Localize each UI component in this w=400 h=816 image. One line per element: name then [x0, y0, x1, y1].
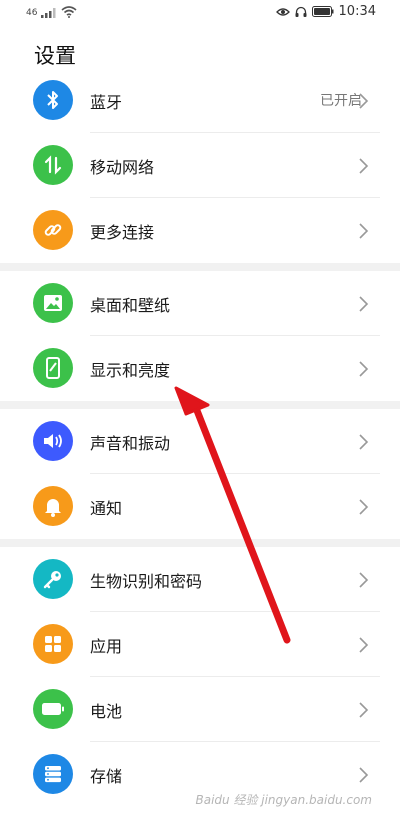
storage-icon [33, 754, 73, 794]
section-gap [0, 263, 400, 271]
settings-row-battery[interactable]: 电池 [0, 677, 400, 742]
chevron-right-icon [359, 637, 369, 653]
settings-row-mobile-network[interactable]: 移动网络 [0, 133, 400, 198]
settings-row-label: 声音和振动 [90, 434, 171, 453]
settings-row-biometrics-password[interactable]: 生物识别和密码 [0, 547, 400, 612]
phone-brightness-icon [33, 348, 73, 388]
settings-row-label: 生物识别和密码 [90, 572, 203, 591]
apps-grid-icon [33, 624, 73, 664]
status-right: 10:34 [275, 4, 376, 19]
chevron-right-icon [359, 702, 369, 718]
settings-row-label: 桌面和壁纸 [90, 296, 171, 315]
settings-row-label: 更多连接 [90, 223, 155, 242]
settings-row-label: 显示和亮度 [90, 361, 171, 380]
chevron-right-icon [359, 93, 369, 109]
chevron-right-icon [359, 434, 369, 450]
link-icon [33, 210, 73, 250]
page-title: 设置 [34, 44, 76, 68]
mobile-data-icon [33, 145, 73, 185]
settings-row-apps[interactable]: 应用 [0, 612, 400, 677]
headphone-icon [295, 6, 307, 17]
bell-icon [33, 486, 73, 526]
settings-row-label: 蓝牙 [90, 93, 123, 112]
wifi-icon [61, 6, 77, 18]
image-icon [33, 283, 73, 323]
chevron-right-icon [359, 296, 369, 312]
section-gap [0, 401, 400, 409]
status-bar: 46 10:34 [0, 0, 400, 26]
speaker-icon [33, 421, 73, 461]
chevron-right-icon [359, 223, 369, 239]
bluetooth-icon [33, 80, 73, 120]
settings-row-label: 电池 [90, 702, 123, 721]
section-gap [0, 539, 400, 547]
status-left: 46 [26, 6, 77, 18]
chevron-right-icon [359, 361, 369, 377]
signal-icon [41, 8, 56, 18]
chevron-right-icon [359, 572, 369, 588]
signal-label: 46 [26, 8, 38, 18]
battery-icon [33, 689, 73, 729]
settings-row-notifications[interactable]: 通知 [0, 474, 400, 539]
chevron-right-icon [359, 158, 369, 174]
chevron-right-icon [359, 499, 369, 515]
settings-row-sound-vibration[interactable]: 声音和振动 [0, 409, 400, 474]
settings-row-display-brightness[interactable]: 显示和亮度 [0, 336, 400, 401]
eye-icon [275, 7, 290, 16]
battery-status-icon [311, 6, 334, 17]
settings-row-more-connections[interactable]: 更多连接 [0, 198, 400, 263]
watermark: Baidu 经验 jingyan.baidu.com [195, 793, 372, 807]
settings-row-label: 移动网络 [90, 158, 155, 177]
settings-row-label: 通知 [90, 499, 123, 518]
chevron-right-icon [359, 767, 369, 783]
settings-row-label: 应用 [90, 637, 123, 656]
clock: 10:34 [338, 4, 376, 19]
key-icon [33, 559, 73, 599]
settings-row-label: 存储 [90, 767, 123, 786]
settings-row-home-wallpaper[interactable]: 桌面和壁纸 [0, 271, 400, 336]
settings-row-bluetooth[interactable]: 蓝牙 已开启 [0, 68, 400, 133]
